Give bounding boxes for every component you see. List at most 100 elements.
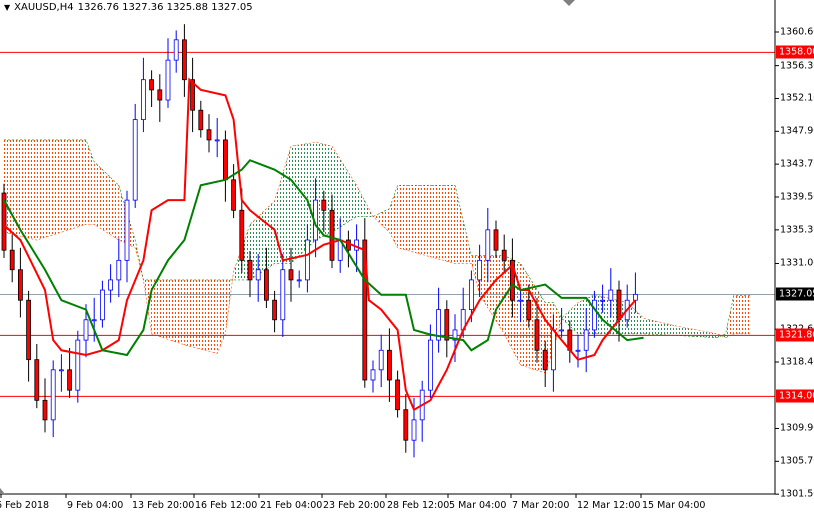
candles xyxy=(1,24,638,458)
candle-body xyxy=(149,79,155,91)
candle xyxy=(386,328,392,402)
candle-body xyxy=(616,289,622,321)
candle xyxy=(493,220,499,258)
candle-body xyxy=(198,109,204,131)
candle-body xyxy=(173,39,179,61)
candle-body xyxy=(493,229,499,251)
candle xyxy=(190,57,196,133)
time-tick-label: 7 Mar 20:00 xyxy=(512,500,570,511)
candle-body xyxy=(288,269,294,281)
candle-body xyxy=(304,239,310,281)
candle-body xyxy=(280,269,286,321)
candle-body xyxy=(329,209,335,261)
candle xyxy=(75,330,81,403)
price-level-badge: 1314.00 xyxy=(776,389,814,403)
candle xyxy=(67,347,72,398)
senkou-span-b xyxy=(4,139,751,339)
cloud-segment xyxy=(36,139,86,241)
cloud-segment xyxy=(733,295,751,334)
candle-body xyxy=(551,329,556,371)
candle-body xyxy=(206,129,212,141)
candle xyxy=(362,218,368,388)
candle xyxy=(26,290,32,382)
candle-body xyxy=(124,199,130,261)
candle xyxy=(124,190,130,283)
price-tick-label: 1331.00 xyxy=(780,257,814,269)
candle xyxy=(9,234,15,283)
candle-body xyxy=(83,319,89,341)
candle-body xyxy=(239,209,245,261)
candle xyxy=(633,272,638,313)
time-tick-label: 13 Feb 20:00 xyxy=(132,500,195,511)
cloud-segment xyxy=(373,208,390,233)
candle-body xyxy=(534,319,540,351)
ohlc-label: 1326.76 1327.36 1325.88 1327.05 xyxy=(77,2,253,13)
candle xyxy=(280,254,286,337)
price-tick-label: 1305.70 xyxy=(780,455,814,467)
time-tick-label: 21 Feb 04:00 xyxy=(260,500,323,511)
candle xyxy=(378,334,384,388)
candle-body xyxy=(222,139,228,181)
price-level-badge: 1321.80 xyxy=(776,328,814,342)
candle xyxy=(140,57,146,133)
cloud-segment xyxy=(86,139,95,225)
candle-body xyxy=(386,349,392,381)
time-tick-label: 23 Feb 20:00 xyxy=(323,500,386,511)
price-level-badge: 1358.00 xyxy=(776,45,814,59)
candle-body xyxy=(345,239,351,251)
time-tick-label: 5 Mar 04:00 xyxy=(449,500,507,511)
candle-body xyxy=(108,279,113,291)
cloud-segment xyxy=(332,146,357,233)
price-chart[interactable] xyxy=(0,0,814,514)
candle-body xyxy=(542,349,548,371)
candle-body xyxy=(247,259,253,281)
candle xyxy=(370,360,376,393)
candle xyxy=(345,230,351,268)
candle-body xyxy=(296,279,302,282)
candle-body xyxy=(42,399,48,421)
candle xyxy=(444,300,450,358)
cloud-segment xyxy=(184,279,218,354)
time-tick-label: 16 Feb 12:00 xyxy=(195,500,258,511)
symbol-label: XAUUSD,H4 xyxy=(14,2,74,13)
cloud-segment xyxy=(94,161,119,241)
candle-body xyxy=(34,359,40,401)
candle-body xyxy=(272,299,278,321)
time-tick-label: 6 Feb 2018 xyxy=(0,500,50,511)
candle xyxy=(206,114,212,153)
candle xyxy=(181,24,187,97)
candle-body xyxy=(50,369,56,421)
candle xyxy=(296,270,302,288)
candle-body xyxy=(477,259,483,281)
candle-body xyxy=(633,293,638,301)
price-tick-label: 1360.60 xyxy=(780,26,814,38)
price-level-badge: 1327.05 xyxy=(776,287,814,301)
candle-body xyxy=(485,229,491,261)
candle xyxy=(132,103,138,208)
candle xyxy=(272,290,278,333)
candle-body xyxy=(592,299,597,331)
cloud-segment xyxy=(455,185,472,264)
cloud-segment xyxy=(643,318,677,336)
candle-body xyxy=(370,369,376,381)
cloud-segment xyxy=(291,142,316,264)
chart-shift-marker-icon[interactable] xyxy=(563,0,575,6)
candle-body xyxy=(608,289,614,301)
candle-body xyxy=(321,199,327,211)
cloud-segment xyxy=(4,139,37,241)
time-tick-label: 9 Feb 04:00 xyxy=(67,500,124,511)
candle-body xyxy=(9,249,15,271)
cloud-segment xyxy=(389,185,398,248)
candle xyxy=(59,354,64,392)
time-tick-label: 28 Feb 12:00 xyxy=(387,500,450,511)
candle-body xyxy=(403,409,409,441)
candle xyxy=(108,264,113,303)
candle-body xyxy=(75,339,81,391)
candle-body xyxy=(214,139,220,142)
cloud-segment xyxy=(725,295,734,338)
candle xyxy=(198,100,204,138)
candle-body xyxy=(600,299,605,302)
dropdown-triangle-icon[interactable]: ▼ xyxy=(4,3,10,12)
price-tick-label: 1309.90 xyxy=(780,422,814,434)
candle-body xyxy=(116,259,122,281)
